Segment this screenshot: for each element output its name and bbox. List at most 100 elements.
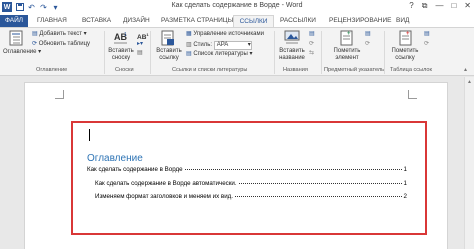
insert-footnote-button[interactable]: Вставить сноску <box>107 48 135 62</box>
next-footnote-icon: ▸▾ <box>137 41 144 47</box>
next-footnote-button[interactable]: ▸▾ <box>137 41 143 48</box>
toc-entry[interactable]: Как сделать содержание в Ворде автоматич… <box>95 180 407 187</box>
bibliography-label: Список литературы <box>193 51 248 57</box>
scroll-up-icon[interactable]: ▲ <box>467 79 472 85</box>
ribbon-display-button[interactable]: ⧉ <box>422 1 428 11</box>
toc-entry-page: 1 <box>403 180 407 187</box>
insert-caption-button[interactable]: Вставить название <box>277 48 307 62</box>
citations-group-label: Ссылки и списки литературы <box>172 67 248 73</box>
show-notes-button[interactable]: ▤ <box>137 50 143 57</box>
authorities-group-label: Таблица ссылок <box>390 67 432 73</box>
toc-entry-page: 1 <box>403 166 407 173</box>
table-of-contents-icon[interactable] <box>9 30 25 51</box>
chevron-down-icon: ▾ <box>249 51 253 57</box>
tab-mailings[interactable]: РАССЫЛКИ <box>280 15 316 27</box>
help-button[interactable]: ? <box>409 1 413 11</box>
insert-index-icon: ▤ <box>365 31 371 37</box>
svg-text:+: + <box>406 31 410 37</box>
tab-design[interactable]: ДИЗАЙН <box>123 15 150 27</box>
insert-citation-button[interactable]: Вставить ссылку <box>155 48 183 62</box>
insert-index-button[interactable]: ▤ <box>365 31 371 38</box>
ribbon-tabs: ФАЙЛ ГЛАВНАЯ ВСТАВКА ДИЗАЙН РАЗМЕТКА СТР… <box>0 14 474 27</box>
margin-mark <box>408 90 417 99</box>
toc-entry[interactable]: Изменяем формат заголовков и меняем их в… <box>95 193 407 200</box>
title-bar: W ↶ ↷ ▾ Как сделать содержание в Ворде -… <box>0 0 474 14</box>
toc-entry-text: Изменяем формат заголовков и меняем их в… <box>95 193 233 200</box>
bibliography-button[interactable]: ▤ Список литературы ▾ <box>186 51 252 58</box>
tab-home[interactable]: ГЛАВНАЯ <box>37 15 67 27</box>
chevron-down-icon: ▾ <box>83 31 87 37</box>
toc-entry[interactable]: Как сделать содержание в Ворде 1 <box>87 166 407 173</box>
toc-entry-text: Как сделать содержание в Ворде автоматич… <box>95 180 237 187</box>
mark-citation-label-2: ссылку <box>395 55 415 61</box>
tab-file[interactable]: ФАЙЛ <box>0 15 28 27</box>
mark-citation-button[interactable]: Пометить ссылку <box>389 48 421 62</box>
group-divider <box>150 31 151 74</box>
cross-reference-icon: ⇆ <box>309 50 315 56</box>
insert-citation-label-1: Вставить <box>156 48 182 54</box>
tab-review[interactable]: РЕЦЕНЗИРОВАНИЕ <box>329 15 392 27</box>
manage-sources-button[interactable]: ▦ Управление источниками <box>186 31 264 38</box>
update-index-button[interactable]: ⟳ <box>365 41 370 48</box>
tab-view[interactable]: ВИД <box>396 15 409 27</box>
toc-highlight-box <box>71 121 427 235</box>
index-group-label: Предметный указатель <box>324 67 385 73</box>
insert-table-of-authorities-button[interactable]: ▤ <box>424 31 430 38</box>
insert-table-of-figures-button[interactable]: ▤ <box>309 31 315 38</box>
cross-reference-button[interactable]: ⇆ <box>309 50 314 57</box>
text-cursor <box>89 129 90 141</box>
window-controls: ? ⧉ — □ ✕ <box>409 1 471 11</box>
mark-entry-label-1: Пометить <box>333 48 361 54</box>
insert-caption-label-2: название <box>279 55 305 61</box>
close-button[interactable]: ✕ <box>464 1 471 11</box>
svg-text:1: 1 <box>124 32 127 38</box>
bibliography-icon: ▤ <box>186 51 192 57</box>
ribbon: Оглавление ▾ ▤ Добавить текст ▾ ⟳ Обнови… <box>0 27 474 76</box>
add-text-button[interactable]: ▤ Добавить текст ▾ <box>32 31 87 38</box>
tab-insert[interactable]: ВСТАВКА <box>82 15 111 27</box>
svg-text:+: + <box>347 31 351 37</box>
manage-sources-icon: ▦ <box>186 31 192 37</box>
style-select[interactable]: APA ▾ <box>213 41 252 50</box>
add-text-label: Добавить текст <box>39 31 82 37</box>
update-table-of-figures-button[interactable]: ⟳ <box>309 41 314 48</box>
add-text-icon: ▤ <box>32 31 38 37</box>
mark-citation-label-1: Пометить <box>391 48 419 54</box>
group-divider <box>104 31 105 74</box>
mark-entry-button[interactable]: Пометить элемент <box>331 48 363 62</box>
style-select-value: APA <box>216 42 229 48</box>
toc-heading: Оглавление <box>87 153 143 164</box>
show-notes-icon: ▤ <box>137 50 143 56</box>
refresh-icon: ⟳ <box>309 41 315 47</box>
tab-page-layout[interactable]: РАЗМЕТКА СТРАНИЦЫ <box>161 15 233 27</box>
toc-entry-text: Как сделать содержание в Ворде <box>87 166 183 173</box>
refresh-icon: ⟳ <box>32 41 38 47</box>
update-table-of-authorities-button[interactable]: ⟳ <box>424 41 429 48</box>
style-label: Стиль: <box>193 42 213 48</box>
toc-group-label: Оглавление <box>36 67 68 73</box>
tab-references[interactable]: ССЫЛКИ <box>233 15 274 27</box>
update-table-label: Обновить таблицу <box>38 41 91 47</box>
chevron-down-icon: ▾ <box>38 49 42 55</box>
toc-button[interactable]: Оглавление ▾ <box>3 49 41 56</box>
update-table-button[interactable]: ⟳ Обновить таблицу <box>32 41 90 48</box>
margin-mark <box>55 90 64 99</box>
toc-leader-dots <box>234 196 402 197</box>
manage-sources-label: Управление источниками <box>193 31 264 37</box>
chevron-down-icon: ▾ <box>247 42 251 48</box>
captions-group-label: Названия <box>283 67 308 73</box>
table-of-authorities-icon: ▤ <box>424 31 430 37</box>
collapse-ribbon-icon[interactable]: ▴ <box>464 67 467 74</box>
table-of-figures-icon: ▤ <box>309 31 315 37</box>
window-title: Как сделать содержание в Ворде - Word <box>171 2 303 9</box>
group-divider <box>274 31 275 74</box>
group-divider <box>321 31 322 74</box>
mark-entry-label-2: элемент <box>335 55 359 61</box>
style-icon: ▥ <box>186 42 192 48</box>
maximize-button[interactable]: □ <box>451 1 456 11</box>
style-control: ▥ Стиль: APA ▾ <box>186 41 252 50</box>
insert-endnote-button[interactable]: AB1 <box>137 31 149 41</box>
minimize-button[interactable]: — <box>435 1 443 11</box>
vertical-scrollbar[interactable]: ▲ <box>464 77 474 249</box>
refresh-icon: ⟳ <box>424 41 430 47</box>
